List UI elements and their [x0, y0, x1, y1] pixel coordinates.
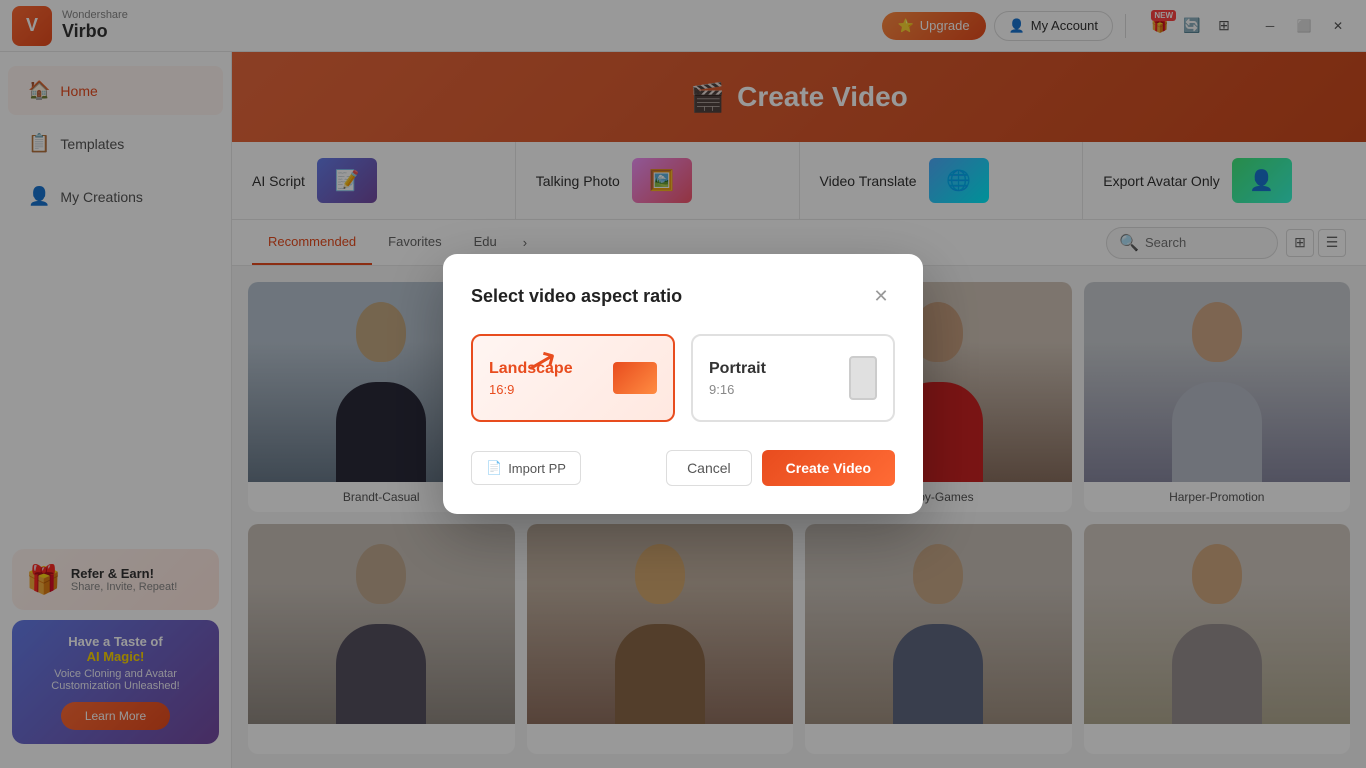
dialog-close-button[interactable]: ✕: [867, 282, 895, 310]
footer-right: Cancel Create Video: [666, 450, 895, 486]
dialog-footer: 📄 Import PP Cancel Create Video: [471, 450, 895, 486]
create-video-dialog-button[interactable]: Create Video: [762, 450, 895, 486]
dialog-overlay: Select video aspect ratio ✕ Landscape 16…: [0, 0, 1366, 768]
landscape-preview-icon: [613, 362, 657, 394]
portrait-option[interactable]: Portrait 9:16: [691, 334, 895, 422]
dialog-header: Select video aspect ratio ✕: [471, 282, 895, 310]
import-icon: 📄: [486, 460, 502, 476]
dialog-title: Select video aspect ratio: [471, 286, 682, 307]
portrait-ratio: 9:16: [709, 382, 766, 397]
portrait-info: Portrait 9:16: [709, 360, 766, 397]
aspect-ratio-dialog: Select video aspect ratio ✕ Landscape 16…: [443, 254, 923, 514]
import-pp-label: Import PP: [508, 461, 566, 476]
landscape-option[interactable]: Landscape 16:9: [471, 334, 675, 422]
landscape-ratio: 16:9: [489, 382, 573, 397]
portrait-preview-icon: [849, 356, 877, 400]
portrait-label: Portrait: [709, 360, 766, 378]
cancel-button[interactable]: Cancel: [666, 450, 752, 486]
import-pp-button[interactable]: 📄 Import PP: [471, 451, 581, 485]
